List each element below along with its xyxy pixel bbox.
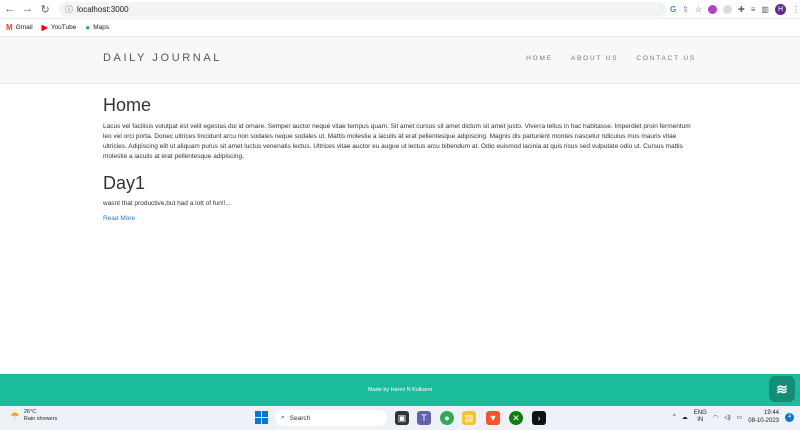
file-explorer-icon[interactable]: ▤ <box>462 411 476 425</box>
site-navbar: DAILY JOURNAL HOME ABOUT US CONTACT US <box>0 37 800 84</box>
region-code[interactable]: IN <box>694 417 707 424</box>
nav-home[interactable]: HOME <box>526 55 553 62</box>
chrome-icon[interactable]: ● <box>440 411 454 425</box>
weather-condition: Rain showers <box>23 416 58 422</box>
site-info-icon[interactable]: ⓘ <box>65 4 73 15</box>
menu-icon[interactable]: ⋮ <box>792 5 800 14</box>
read-more-link[interactable]: Read More <box>103 215 135 222</box>
rain-cloud-icon: ☂ <box>10 410 20 423</box>
bookmark-youtube[interactable]: ▶ YouTube <box>42 23 77 32</box>
gmail-icon: M <box>6 23 13 32</box>
home-paragraph: Lacus vel facilisis volutpat est velit e… <box>103 123 691 160</box>
post-excerpt: wasnt that productive,but had a lott of … <box>103 200 231 207</box>
nav-contact[interactable]: CONTACT US <box>636 55 696 62</box>
taskbar-search[interactable]: ⌕ Search <box>275 410 387 426</box>
bookmark-label: Maps <box>93 24 110 31</box>
floating-action-icon[interactable]: ≋ <box>769 376 795 402</box>
volume-icon[interactable]: ◁) <box>724 414 731 421</box>
address-bar[interactable]: ⓘ localhost:3000 <box>58 1 666 17</box>
media-icon[interactable]: ≡ <box>751 5 756 14</box>
weather-widget[interactable]: ☂ 26°C Rain showers <box>10 409 57 423</box>
main-content: Home Lacus vel facilisis volutpat est ve… <box>103 95 695 225</box>
google-icon[interactable]: G <box>670 5 676 14</box>
system-tray: ^ ☁ ENG IN ◠ ◁) ▭ 19:44 08-10-2023 4 <box>673 409 794 425</box>
site-brand[interactable]: DAILY JOURNAL <box>103 52 222 64</box>
nav-about[interactable]: ABOUT US <box>571 55 619 62</box>
youtube-icon: ▶ <box>41 23 48 32</box>
back-icon[interactable]: ← <box>2 3 18 15</box>
share-icon[interactable]: ⇪ <box>682 5 689 14</box>
star-icon[interactable]: ☆ <box>695 5 702 14</box>
date: 08-10-2023 <box>748 418 779 424</box>
post-title: Day1 <box>103 173 146 193</box>
puzzle-icon[interactable]: ✚ <box>738 5 745 14</box>
brave-icon[interactable]: ▼ <box>486 411 500 425</box>
language-code[interactable]: ENG <box>694 410 707 417</box>
footer-credit: Made by Harini N Kulkarni <box>368 387 432 393</box>
url-text: localhost:3000 <box>76 4 129 14</box>
bookmarks-bar: M Gmail ▶ YouTube ● Maps <box>0 19 800 37</box>
terminal-icon[interactable]: › <box>532 411 546 425</box>
bookmark-gmail[interactable]: M Gmail <box>6 23 33 32</box>
search-icon: ⌕ <box>281 414 285 421</box>
teams-icon[interactable]: T <box>417 411 431 425</box>
taskbar: ☂ 26°C Rain showers ⌕ Search ▣ T ● ▤ ▼ ✕… <box>0 406 800 430</box>
bookmark-label: Gmail <box>15 24 33 31</box>
sidepanel-icon[interactable]: ▥ <box>761 5 769 14</box>
profile-avatar[interactable]: H <box>774 3 786 15</box>
time: 19:44 <box>763 410 779 416</box>
site-footer: Made by Harini N Kulkarni <box>0 374 800 406</box>
wifi-icon[interactable]: ◠ <box>713 414 718 421</box>
reload-icon[interactable]: ↻ <box>37 3 53 16</box>
extension-icon[interactable] <box>708 4 718 14</box>
page-title: Home <box>103 95 152 115</box>
notification-badge[interactable]: 4 <box>785 412 794 422</box>
nav-links: HOME ABOUT US CONTACT US <box>526 55 696 62</box>
task-view-icon[interactable]: ▣ <box>395 411 409 425</box>
temperature: 26°C <box>23 409 37 415</box>
chevron-up-icon[interactable]: ^ <box>673 414 676 420</box>
xbox-icon[interactable]: ✕ <box>509 411 523 425</box>
bookmark-maps[interactable]: ● Maps <box>85 23 109 32</box>
windows-start-icon[interactable] <box>255 411 268 424</box>
forward-icon[interactable]: → <box>20 3 36 15</box>
bookmark-label: YouTube <box>50 24 77 31</box>
cloud-icon[interactable]: ☁ <box>682 414 688 421</box>
battery-icon[interactable]: ▭ <box>737 414 743 421</box>
search-placeholder: Search <box>289 414 311 422</box>
maps-icon: ● <box>85 23 91 32</box>
extension-icon[interactable] <box>723 4 733 14</box>
clock[interactable]: 19:44 08-10-2023 <box>748 409 779 425</box>
browser-toolbar: ← → ↻ ⓘ localhost:3000 G ⇪ ☆ ✚ ≡ ▥ H ⋮ <box>0 0 800 19</box>
